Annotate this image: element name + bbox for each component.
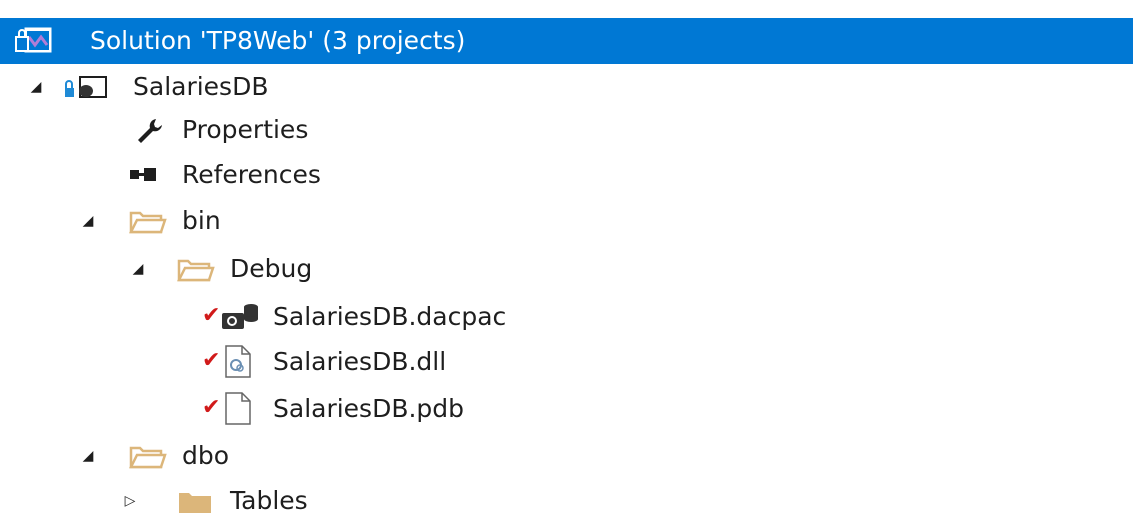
tree-item-label: Properties (182, 115, 309, 144)
tree-item-label: References (182, 160, 321, 189)
tree-item-folder-debug[interactable]: ◢ Debug (0, 246, 1133, 292)
collapse-toggle-icon[interactable]: ◢ (80, 213, 96, 229)
tree-item-folder-bin[interactable]: ◢ bin (0, 198, 1133, 244)
tree-item-label: bin (182, 206, 221, 235)
tree-item-label: Solution 'TP8Web' (3 projects) (90, 26, 466, 55)
tree-item-folder-dbo[interactable]: ◢ dbo (0, 433, 1133, 479)
collapse-toggle-icon[interactable]: ◢ (28, 79, 44, 95)
wrench-icon (132, 114, 172, 146)
tree-item-file-pdb[interactable]: ✔ SalariesDB.pdb (0, 386, 1133, 432)
tree-item-project-salariesdb[interactable]: ◢ SalariesDB (0, 64, 1133, 110)
collapse-toggle-icon[interactable]: ◢ (80, 448, 96, 464)
tree-item-solution[interactable]: Solution 'TP8Web' (3 projects) (0, 18, 1133, 64)
tree-item-label: dbo (182, 441, 230, 470)
dll-icon (220, 344, 260, 378)
db-project-icon (64, 71, 107, 103)
solution-icon (14, 25, 54, 57)
tree-item-properties[interactable]: Properties (0, 107, 1133, 153)
checkmark-icon: ✔ (202, 395, 221, 420)
tree-item-references[interactable]: References (0, 152, 1133, 198)
tree-item-label: SalariesDB.dll (273, 347, 447, 376)
folder-closed-icon (176, 485, 216, 517)
folder-open-icon (128, 440, 168, 472)
tree-item-label: SalariesDB.dacpac (273, 302, 507, 331)
dacpac-icon (218, 300, 258, 332)
folder-open-icon (128, 205, 168, 237)
folder-open-icon (176, 253, 216, 285)
file-icon (220, 391, 260, 425)
tree-item-label: Tables (230, 486, 308, 515)
tree-item-label: Debug (230, 254, 313, 283)
tree-item-file-dacpac[interactable]: ✔ SalariesDB.dacpac (0, 294, 1133, 340)
collapse-toggle-icon[interactable]: ◢ (130, 261, 146, 277)
solution-explorer-tree: Solution 'TP8Web' (3 projects) ◢ Salarie… (0, 0, 1133, 527)
tree-item-label: SalariesDB.pdb (273, 394, 465, 423)
tree-item-label: SalariesDB (133, 72, 269, 101)
tree-item-file-dll[interactable]: ✔ SalariesDB.dll (0, 339, 1133, 385)
expand-toggle-icon[interactable]: ▷ (122, 493, 138, 509)
references-icon (128, 159, 168, 191)
tree-item-folder-tables[interactable]: ▷ Tables (0, 478, 1133, 524)
checkmark-icon: ✔ (202, 348, 221, 373)
